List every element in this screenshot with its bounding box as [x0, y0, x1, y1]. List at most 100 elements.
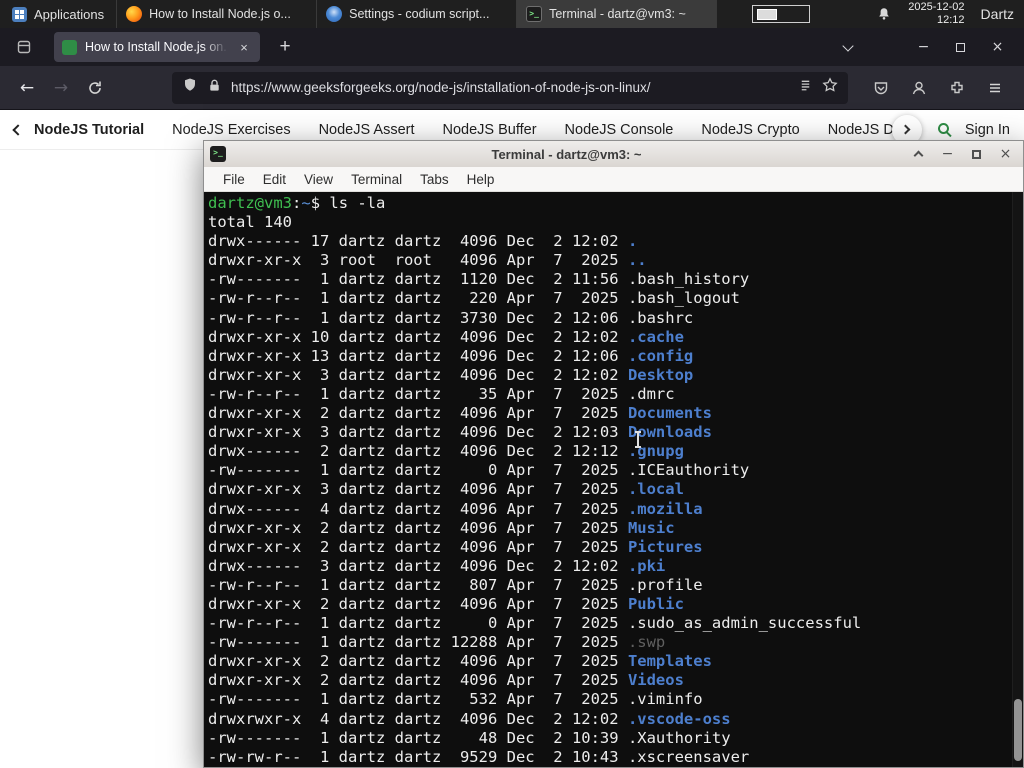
- terminal-minimize-button[interactable]: −: [936, 144, 959, 164]
- ls-name: .xscreensaver: [627, 747, 750, 766]
- taskbar-button-terminal[interactable]: Terminal - dartz@vm3: ~: [517, 0, 718, 28]
- site-nav-back-label[interactable]: NodeJS Tutorial: [34, 122, 144, 138]
- prompt-colon: :: [292, 194, 302, 212]
- ls-meta: drwxr-xr-x 3 dartz dartz 4096 Dec 2 12:0…: [208, 423, 628, 442]
- top-panel: Applications How to Install Node.js o...…: [0, 0, 1024, 28]
- browser-tab-active[interactable]: How to Install Node.js on... ×: [54, 32, 260, 62]
- pocket-icon[interactable]: [862, 71, 900, 105]
- list-all-tabs-button[interactable]: [835, 39, 861, 52]
- taskbar-button-firefox[interactable]: How to Install Node.js o...: [117, 0, 318, 28]
- tab-bar-right: − ×: [835, 32, 1016, 62]
- ls-meta: drwxr-xr-x 10 dartz dartz 4096 Dec 2 12:…: [208, 327, 628, 346]
- terminal-menu-edit[interactable]: Edit: [254, 167, 295, 191]
- ls-meta: -rw------- 1 dartz dartz 12288 Apr 7 202…: [208, 633, 628, 652]
- account-icon[interactable]: [900, 71, 938, 105]
- site-nav-item-2[interactable]: NodeJS Buffer: [443, 122, 537, 138]
- browser-maximize-button[interactable]: [942, 32, 979, 62]
- terminal-close-button[interactable]: ×: [994, 144, 1017, 164]
- terminal-icon: [526, 6, 543, 22]
- terminal-window: Terminal - dartz@vm3: ~ − × FileEditView…: [203, 140, 1024, 768]
- bookmark-star-icon[interactable]: [822, 77, 838, 98]
- chevron-left-icon[interactable]: [12, 123, 24, 136]
- terminal-ls-line: -rw------- 1 dartz dartz 532 Apr 7 2025 …: [208, 690, 1011, 709]
- terminal-ls-line: drwxr-xr-x 3 dartz dartz 4096 Dec 2 12:0…: [208, 423, 1011, 442]
- ls-meta: -rw-r--r-- 1 dartz dartz 220 Apr 7 2025: [208, 289, 628, 308]
- menu-hamburger-icon[interactable]: [976, 71, 1014, 105]
- terminal-ls-line: drwxr-xr-x 2 dartz dartz 4096 Apr 7 2025…: [208, 671, 1011, 690]
- ls-meta: drwx------ 2 dartz dartz 4096 Dec 2 12:1…: [208, 442, 628, 461]
- tab-close-icon[interactable]: ×: [236, 40, 252, 55]
- ls-name: Videos: [627, 671, 684, 690]
- prompt-user-host: dartz@vm3: [208, 194, 292, 212]
- clock-time: 12:12: [937, 14, 965, 26]
- terminal-ls-line: drwxr-xr-x 2 dartz dartz 4096 Apr 7 2025…: [208, 595, 1011, 614]
- ls-meta: drwxr-xr-x 2 dartz dartz 4096 Apr 7 2025: [208, 518, 628, 537]
- url-text[interactable]: https://www.geeksforgeeks.org/node-js/in…: [231, 80, 789, 95]
- url-bar[interactable]: https://www.geeksforgeeks.org/node-js/in…: [172, 71, 848, 104]
- ls-name: .bashrc: [627, 308, 694, 327]
- browser-minimize-button[interactable]: −: [905, 32, 942, 62]
- scrollbar-thumb[interactable]: [1014, 699, 1022, 761]
- ls-name: Public: [627, 594, 684, 613]
- extensions-icon[interactable]: [938, 71, 976, 105]
- terminal-menu-help[interactable]: Help: [458, 167, 504, 191]
- clock-date: 2025-12-02: [908, 1, 965, 13]
- terminal-ls-line: drwxr-xr-x 3 root root 4096 Apr 7 2025 .…: [208, 251, 1011, 270]
- ls-name: .Xauthority: [627, 728, 731, 747]
- terminal-menu-view[interactable]: View: [295, 167, 342, 191]
- ls-name: Pictures: [627, 537, 703, 556]
- notifications-bell-icon[interactable]: [876, 6, 892, 22]
- ls-name: ..: [627, 251, 647, 270]
- terminal-ls-line: drwx------ 2 dartz dartz 4096 Dec 2 12:1…: [208, 442, 1011, 461]
- browser-close-button[interactable]: ×: [979, 32, 1016, 62]
- terminal-ls-line: -rw------- 1 dartz dartz 48 Dec 2 10:39 …: [208, 729, 1011, 748]
- reload-button[interactable]: [78, 71, 112, 105]
- sign-in-button[interactable]: Sign In: [965, 122, 1010, 138]
- terminal-scrollbar[interactable]: [1012, 192, 1023, 767]
- terminal-ls-line: drwxr-xr-x 2 dartz dartz 4096 Apr 7 2025…: [208, 404, 1011, 423]
- workspace-switcher[interactable]: [752, 5, 811, 23]
- site-nav-item-3[interactable]: NodeJS Console: [565, 122, 674, 138]
- firefox-view-icon[interactable]: [14, 37, 34, 57]
- terminal-menu-file[interactable]: File: [214, 167, 254, 191]
- applications-label: Applications: [34, 6, 105, 22]
- taskbar-button-settings[interactable]: Settings - codium script...: [317, 0, 518, 28]
- browser-tab-bar: How to Install Node.js on... × + − ×: [0, 28, 1024, 66]
- ls-meta: -rw-r--r-- 1 dartz dartz 0 Apr 7 2025: [208, 614, 628, 633]
- tracking-shield-icon[interactable]: [182, 77, 198, 98]
- ls-meta: drwxr-xr-x 2 dartz dartz 4096 Apr 7 2025: [208, 594, 628, 613]
- lock-icon[interactable]: [207, 78, 222, 98]
- reader-view-icon[interactable]: [798, 78, 813, 98]
- terminal-menu-terminal[interactable]: Terminal: [342, 167, 411, 191]
- site-nav-item-1[interactable]: NodeJS Assert: [319, 122, 415, 138]
- site-nav-item-0[interactable]: NodeJS Exercises: [172, 122, 290, 138]
- ls-name: .local: [627, 480, 684, 499]
- back-button[interactable]: ←: [10, 71, 44, 105]
- forward-button[interactable]: →: [44, 71, 78, 105]
- ls-meta: drwxr-xr-x 3 dartz dartz 4096 Dec 2 12:0…: [208, 365, 628, 384]
- terminal-menu-tabs[interactable]: Tabs: [411, 167, 458, 191]
- terminal-ls-line: -rw------- 1 dartz dartz 12288 Apr 7 202…: [208, 633, 1011, 652]
- terminal-titlebar[interactable]: Terminal - dartz@vm3: ~ − ×: [204, 141, 1023, 167]
- ls-meta: -rw-r--r-- 1 dartz dartz 3730 Dec 2 12:0…: [208, 308, 628, 327]
- panel-clock[interactable]: 2025-12-02 12:12: [908, 1, 964, 27]
- ls-meta: drwx------ 17 dartz dartz 4096 Dec 2 12:…: [208, 232, 628, 251]
- new-tab-button[interactable]: +: [272, 36, 298, 58]
- site-nav-item-4[interactable]: NodeJS Crypto: [701, 122, 799, 138]
- terminal-content[interactable]: dartz@vm3:~$ ls -la total 140 drwx------ 1…: [204, 192, 1023, 767]
- terminal-shade-button[interactable]: [907, 144, 930, 164]
- ls-name: .: [627, 232, 638, 251]
- terminal-ls-line: -rw-r--r-- 1 dartz dartz 3730 Dec 2 12:0…: [208, 309, 1011, 328]
- terminal-ls-line: drwxrwxr-x 4 dartz dartz 4096 Dec 2 12:0…: [208, 710, 1011, 729]
- terminal-ls-line: -rw-r--r-- 1 dartz dartz 807 Apr 7 2025 …: [208, 576, 1011, 595]
- ls-meta: -rw-rw-r-- 1 dartz dartz 9529 Dec 2 10:4…: [208, 747, 628, 766]
- terminal-prompt-line: dartz@vm3:~$ ls -la: [208, 194, 1011, 213]
- terminal-ls-line: drwx------ 3 dartz dartz 4096 Dec 2 12:0…: [208, 557, 1011, 576]
- terminal-maximize-button[interactable]: [965, 144, 988, 164]
- applications-menu-button[interactable]: Applications: [0, 0, 116, 28]
- chevron-up-icon: [913, 150, 924, 161]
- taskbar-button-label: Settings - codium script...: [349, 7, 490, 21]
- site-search-icon[interactable]: [937, 121, 949, 139]
- panel-user-label[interactable]: Dartz: [981, 6, 1014, 22]
- terminal-ls-line: drwxr-xr-x 10 dartz dartz 4096 Dec 2 12:…: [208, 328, 1011, 347]
